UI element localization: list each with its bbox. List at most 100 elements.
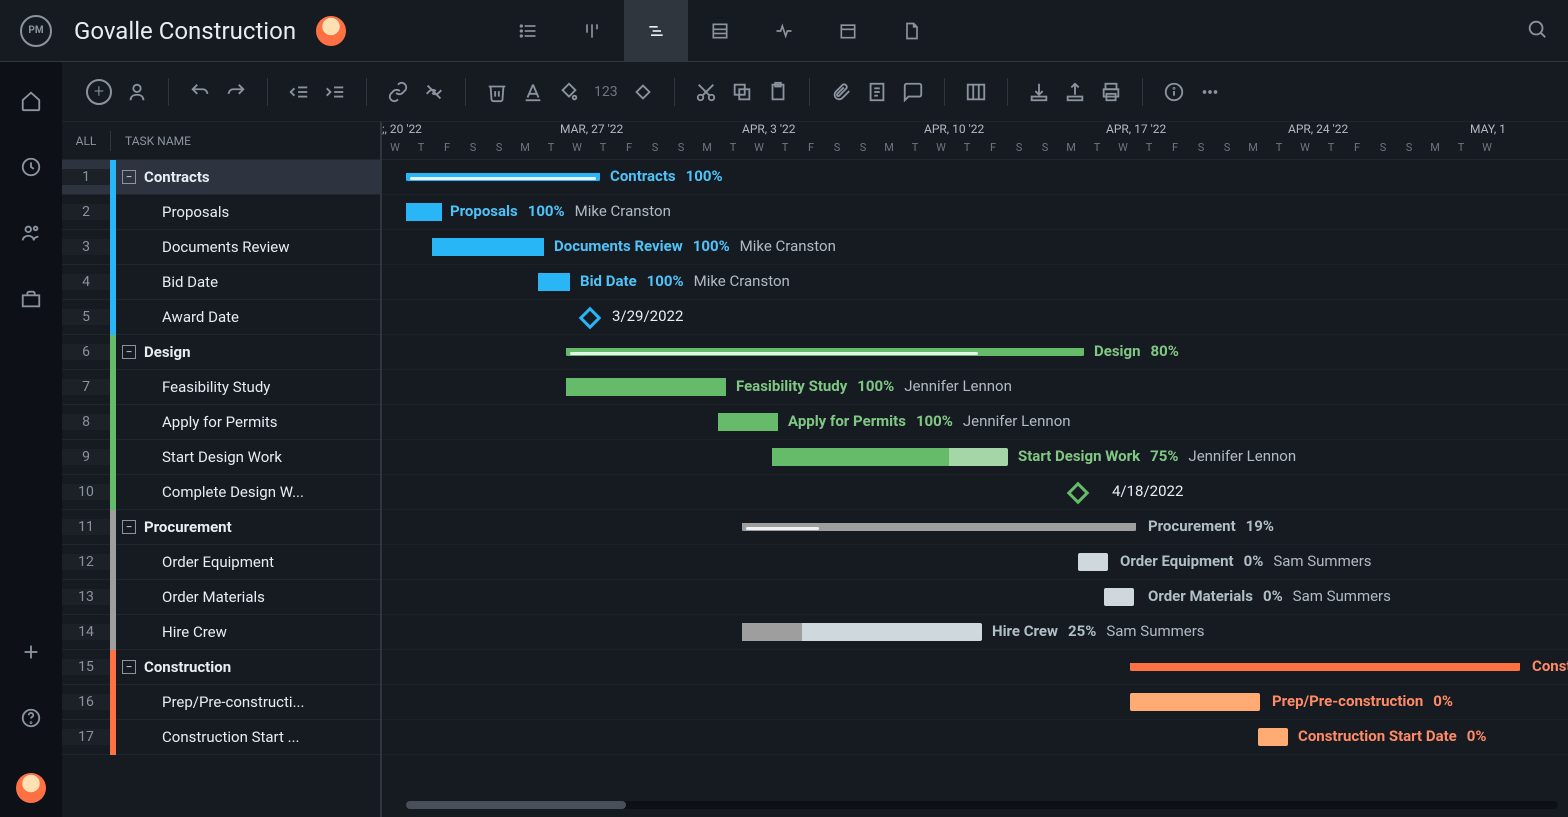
task-bar[interactable] bbox=[1104, 588, 1134, 606]
task-bar[interactable] bbox=[772, 448, 1008, 466]
home-icon[interactable] bbox=[20, 90, 42, 112]
copy-button[interactable] bbox=[731, 81, 753, 103]
task-row[interactable]: 10Complete Design W... bbox=[62, 475, 380, 510]
add-task-button[interactable]: + bbox=[86, 79, 112, 105]
collapse-icon[interactable]: − bbox=[122, 520, 136, 534]
row-number: 2 bbox=[62, 204, 110, 220]
print-button[interactable] bbox=[1100, 81, 1122, 103]
view-tabs bbox=[496, 0, 944, 62]
task-bar[interactable] bbox=[1078, 553, 1108, 571]
task-row[interactable]: 6−Design bbox=[62, 335, 380, 370]
export-button[interactable] bbox=[1064, 81, 1086, 103]
indent-button[interactable] bbox=[324, 81, 346, 103]
task-row[interactable]: 14Hire Crew bbox=[62, 615, 380, 650]
day-label: W bbox=[564, 141, 590, 160]
task-bar[interactable] bbox=[718, 413, 778, 431]
undo-button[interactable] bbox=[189, 81, 211, 103]
task-bar[interactable] bbox=[1258, 728, 1288, 746]
summary-bar[interactable] bbox=[742, 523, 1136, 531]
collapse-icon[interactable]: − bbox=[122, 660, 136, 674]
task-row[interactable]: 3Documents Review bbox=[62, 230, 380, 265]
milestone-marker[interactable] bbox=[1067, 482, 1090, 505]
task-row[interactable]: 13Order Materials bbox=[62, 580, 380, 615]
summary-bar[interactable] bbox=[566, 348, 1084, 356]
calendar-view-tab[interactable] bbox=[816, 0, 880, 62]
project-owner-avatar[interactable] bbox=[316, 16, 346, 46]
text-style-button[interactable] bbox=[522, 81, 544, 103]
task-name: Procurement bbox=[144, 518, 232, 536]
info-button[interactable] bbox=[1163, 81, 1185, 103]
task-row[interactable]: 5Award Date bbox=[62, 300, 380, 335]
task-color-bar bbox=[110, 685, 116, 720]
team-icon[interactable] bbox=[20, 222, 42, 244]
task-row[interactable]: 11−Procurement bbox=[62, 510, 380, 545]
task-row[interactable]: 8Apply for Permits bbox=[62, 405, 380, 440]
add-icon[interactable] bbox=[20, 641, 42, 663]
task-bar[interactable] bbox=[406, 203, 442, 221]
task-bar[interactable] bbox=[1130, 693, 1260, 711]
task-bar[interactable] bbox=[432, 238, 544, 256]
assign-button[interactable] bbox=[126, 81, 148, 103]
task-row[interactable]: 1−Contracts bbox=[62, 160, 380, 195]
list-view-tab[interactable] bbox=[496, 0, 560, 62]
task-name: Apply for Permits bbox=[162, 413, 278, 431]
attachment-button[interactable] bbox=[830, 81, 852, 103]
task-bar[interactable] bbox=[538, 273, 570, 291]
user-avatar[interactable] bbox=[16, 773, 46, 803]
sheet-view-tab[interactable] bbox=[688, 0, 752, 62]
cut-button[interactable] bbox=[695, 81, 717, 103]
task-row[interactable]: 7Feasibility Study bbox=[62, 370, 380, 405]
help-icon[interactable] bbox=[20, 707, 42, 729]
task-row[interactable]: 4Bid Date bbox=[62, 265, 380, 300]
recent-icon[interactable] bbox=[20, 156, 42, 178]
task-bar[interactable] bbox=[566, 378, 726, 396]
redo-button[interactable] bbox=[225, 81, 247, 103]
day-label: F bbox=[980, 141, 1006, 160]
day-label: W bbox=[746, 141, 772, 160]
columns-button[interactable] bbox=[965, 81, 987, 103]
summary-bar[interactable] bbox=[1130, 663, 1520, 671]
portfolio-icon[interactable] bbox=[20, 288, 42, 310]
search-button[interactable] bbox=[1526, 18, 1548, 44]
horizontal-scrollbar[interactable] bbox=[406, 801, 1558, 809]
task-row[interactable]: 9Start Design Work bbox=[62, 440, 380, 475]
more-button[interactable] bbox=[1199, 81, 1221, 103]
gantt-row: Bid Date 100%Mike Cranston bbox=[382, 265, 1568, 300]
bar-label: Proposals 100%Mike Cranston bbox=[450, 202, 671, 220]
task-color-bar bbox=[110, 405, 116, 440]
color-button[interactable] bbox=[558, 81, 580, 103]
task-color-bar bbox=[110, 160, 116, 195]
milestone-marker[interactable] bbox=[579, 307, 602, 330]
gantt-chart[interactable]: ;, 20 '22 MAR, 27 '22APR, 3 '22APR, 10 '… bbox=[382, 122, 1568, 817]
task-row[interactable]: 15−Construction bbox=[62, 650, 380, 685]
unlink-button[interactable] bbox=[423, 81, 445, 103]
delete-button[interactable] bbox=[486, 81, 508, 103]
board-view-tab[interactable] bbox=[560, 0, 624, 62]
summary-bar[interactable] bbox=[406, 173, 600, 181]
collapse-icon[interactable]: − bbox=[122, 345, 136, 359]
task-row[interactable]: 17Construction Start ... bbox=[62, 720, 380, 755]
outdent-button[interactable] bbox=[288, 81, 310, 103]
notes-button[interactable] bbox=[866, 81, 888, 103]
collapse-icon[interactable]: − bbox=[122, 170, 136, 184]
day-label: M bbox=[1422, 141, 1448, 160]
comments-button[interactable] bbox=[902, 81, 924, 103]
column-task-name[interactable]: TASK NAME bbox=[111, 134, 191, 148]
link-button[interactable] bbox=[387, 81, 409, 103]
activity-view-tab[interactable] bbox=[752, 0, 816, 62]
milestone-button[interactable] bbox=[632, 81, 654, 103]
task-row[interactable]: 12Order Equipment bbox=[62, 545, 380, 580]
app-logo[interactable]: PM bbox=[20, 15, 52, 47]
gantt-view-tab[interactable] bbox=[624, 0, 688, 62]
file-view-tab[interactable] bbox=[880, 0, 944, 62]
column-all[interactable]: ALL bbox=[62, 134, 110, 148]
task-row[interactable]: 16Prep/Pre-constructi... bbox=[62, 685, 380, 720]
gantt-row: Prep/Pre-construction 0% bbox=[382, 685, 1568, 720]
task-row[interactable]: 2Proposals bbox=[62, 195, 380, 230]
top-bar: PM Govalle Construction bbox=[0, 0, 1568, 62]
gantt-row: 3/29/2022 bbox=[382, 300, 1568, 335]
row-number: 10 bbox=[62, 484, 110, 500]
import-button[interactable] bbox=[1028, 81, 1050, 103]
paste-button[interactable] bbox=[767, 81, 789, 103]
task-bar[interactable] bbox=[742, 623, 982, 641]
